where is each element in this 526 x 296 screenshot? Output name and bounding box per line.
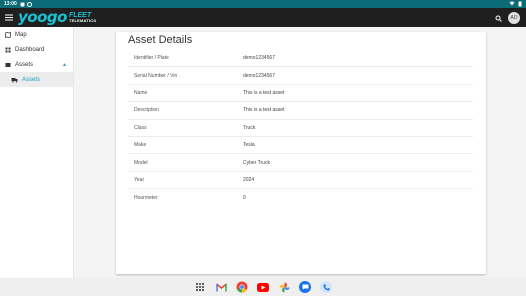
app-bar-actions: AD: [495, 9, 520, 27]
logo-telematics-text: TELEMATICS: [68, 18, 97, 23]
detail-row-name: Name This is a test asset: [128, 85, 473, 103]
yoogo-logo[interactable]: yoogo FLEET TELEMATICS: [18, 10, 96, 25]
sidebar: Map Dashboard Assets ▲ Assets: [0, 27, 74, 278]
status-notification-icons: [20, 1, 32, 7]
sidebar-item-assets[interactable]: Assets ▲: [0, 57, 73, 72]
apps-grid-icon[interactable]: [194, 281, 206, 293]
detail-value: demo1234567: [243, 55, 275, 62]
search-button[interactable]: [495, 9, 502, 27]
detail-row-year: Year 2024: [128, 172, 473, 190]
gmail-icon[interactable]: [215, 281, 227, 293]
sidebar-item-label: Map: [15, 31, 27, 38]
page-title: Asset Details: [128, 34, 193, 46]
settings-icon: [26, 1, 32, 7]
detail-value: 2024: [243, 176, 255, 183]
detail-label: Class: [134, 124, 147, 131]
detail-label: Hourmeter: [134, 194, 158, 201]
detail-label: Name: [134, 89, 148, 96]
search-icon: [495, 15, 502, 22]
app-bar: yoogo FLEET TELEMATICS AD: [0, 8, 526, 27]
detail-value: demo1234567: [243, 72, 275, 79]
taskbar-dock: [0, 278, 526, 296]
status-system-icons: [509, 1, 522, 7]
detail-label: Make: [134, 142, 147, 149]
youtube-icon[interactable]: [257, 281, 269, 293]
chrome-icon[interactable]: [236, 281, 248, 293]
sidebar-item-label: Assets: [22, 76, 41, 83]
notification-icon: [20, 2, 25, 6]
detail-row-model: Model Cyber Truck: [128, 154, 473, 172]
detail-value: This is a test asset: [243, 107, 285, 114]
detail-label: Model: [134, 159, 148, 166]
sidebar-item-dashboard[interactable]: Dashboard: [0, 42, 73, 57]
detail-row-identifier: Identifier / Plate demo1234567: [128, 50, 473, 68]
sidebar-item-assets-list[interactable]: Assets: [0, 72, 73, 87]
messages-icon[interactable]: [299, 281, 311, 293]
detail-row-hourmeter: Hourmeter 0: [128, 189, 473, 206]
sidebar-item-map[interactable]: Map: [0, 27, 73, 42]
truck-icon: [11, 77, 18, 82]
sidebar-item-label: Dashboard: [15, 46, 45, 53]
detail-value: Tesla: [243, 142, 255, 149]
dashboard-icon: [5, 47, 11, 52]
detail-label: Serial Number / Vin: [134, 72, 178, 79]
main-content: Asset Details Identifier / Plate demo123…: [74, 27, 526, 278]
logo-subtitle: FLEET TELEMATICS: [69, 12, 96, 23]
wifi-icon: [509, 1, 515, 6]
asset-details-card: Asset Details Identifier / Plate demo123…: [116, 32, 486, 274]
detail-row-serial: Serial Number / Vin demo1234567: [128, 67, 473, 85]
asset-details-table: Identifier / Plate demo1234567 Serial Nu…: [128, 50, 473, 207]
detail-row-make: Make Tesla: [128, 137, 473, 155]
photos-icon[interactable]: [278, 281, 290, 293]
sidebar-item-label: Assets: [15, 61, 34, 68]
status-bar: 13:00: [0, 0, 526, 8]
detail-row-class: Class Truck: [128, 120, 473, 137]
detail-value: This is a test asset: [243, 89, 285, 96]
detail-label: Description: [134, 107, 160, 114]
detail-label: Year: [134, 176, 145, 183]
detail-value: 0: [243, 194, 246, 201]
menu-button[interactable]: [3, 8, 15, 27]
detail-row-description: Description This is a test asset: [128, 102, 473, 120]
detail-value: Cyber Truck: [243, 159, 270, 166]
battery-icon: [518, 1, 522, 7]
user-avatar[interactable]: AD: [508, 11, 520, 24]
hamburger-icon: [5, 14, 13, 21]
phone-icon[interactable]: [320, 281, 332, 293]
chevron-up-icon[interactable]: ▲: [62, 62, 67, 68]
detail-value: Truck: [243, 124, 256, 131]
status-time: 13:00: [4, 1, 17, 7]
map-icon: [5, 31, 11, 38]
logo-wordmark: yoogo: [18, 8, 67, 26]
detail-label: Identifier / Plate: [134, 55, 169, 62]
assets-icon: [5, 62, 11, 67]
